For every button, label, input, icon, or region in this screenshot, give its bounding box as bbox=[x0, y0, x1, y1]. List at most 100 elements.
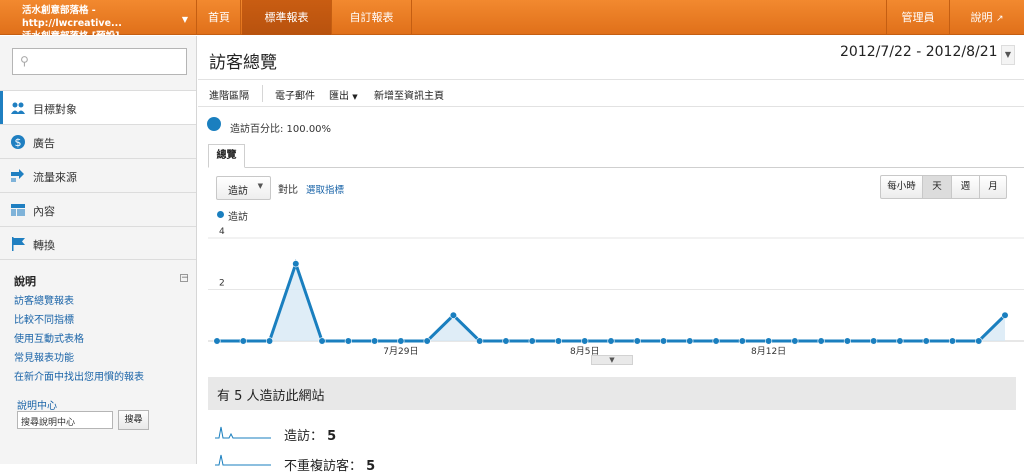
export-label: 匯出 bbox=[329, 91, 349, 102]
data-point bbox=[791, 337, 799, 345]
help-center-search-input[interactable]: 搜尋說明中心 bbox=[17, 411, 113, 429]
flag-icon bbox=[12, 237, 25, 251]
chart-resize-handle[interactable]: ▼ bbox=[591, 355, 633, 365]
arrows-icon bbox=[11, 169, 24, 182]
stat-unique-visitors: 不重複訪客： 5 bbox=[284, 455, 375, 474]
period-hourly-button[interactable]: 每小時 bbox=[881, 176, 923, 198]
data-point bbox=[502, 337, 510, 345]
data-point bbox=[843, 337, 852, 345]
data-point bbox=[213, 337, 221, 345]
tab-home[interactable]: 首頁 bbox=[198, 0, 241, 35]
series-line bbox=[217, 259, 1007, 343]
help-search-button[interactable]: 搜尋 bbox=[118, 410, 149, 430]
sidebar: ⚲ 目標對象 $ 廣告 流量來源 內容 轉換 說明 − 訪客總覽報表 比較不同指… bbox=[0, 36, 197, 464]
advanced-segments-button[interactable]: 進階區隔 bbox=[209, 87, 249, 102]
legend-marker bbox=[217, 211, 224, 218]
date-range-picker[interactable]: 2012/7/22 - 2012/8/21 bbox=[840, 44, 998, 60]
data-point bbox=[738, 337, 746, 345]
search-icon: ⚲ bbox=[20, 54, 29, 68]
visits-percentage: 造訪百分比: 100.00% bbox=[230, 124, 332, 135]
summary-text: 有 5 人造訪此網站 bbox=[217, 389, 325, 404]
collapse-icon[interactable]: − bbox=[180, 274, 189, 283]
data-point bbox=[764, 337, 773, 345]
tab-admin[interactable]: 管理員 bbox=[886, 0, 950, 35]
data-point bbox=[265, 337, 274, 345]
help-link[interactable]: 使用互動式表格 bbox=[14, 330, 84, 345]
data-point bbox=[528, 337, 536, 345]
help-link[interactable]: 比較不同指標 bbox=[14, 311, 74, 326]
sidebar-item-label: 廣告 bbox=[33, 137, 55, 150]
toolbar-divider bbox=[262, 85, 263, 102]
svg-text:$: $ bbox=[15, 136, 22, 149]
external-link-icon: ↗ bbox=[995, 14, 1004, 24]
tab-custom-reports[interactable]: 自訂報表 bbox=[332, 0, 412, 35]
data-point bbox=[239, 337, 247, 345]
data-point bbox=[423, 337, 431, 345]
report-toolbar: 進階區隔 電子郵件 匯出 ▼ 新增至資訊主頁 bbox=[198, 79, 1024, 107]
y-tick-label: 2 bbox=[219, 279, 225, 289]
x-tick-label: 7月29日 bbox=[383, 346, 418, 357]
chevron-down-icon[interactable]: ▼ bbox=[1001, 45, 1015, 65]
tab-divider bbox=[208, 167, 1024, 168]
layout-icon bbox=[11, 204, 25, 216]
data-point bbox=[397, 337, 405, 345]
sidebar-item-advertising[interactable]: $ 廣告 bbox=[0, 124, 196, 158]
account-name: 活水創意部落格 - http://lwcreative... bbox=[22, 5, 122, 29]
stat-value: 5 bbox=[366, 459, 376, 474]
sidebar-item-audience[interactable]: 目標對象 bbox=[0, 90, 196, 124]
email-button[interactable]: 電子郵件 bbox=[275, 87, 315, 102]
top-navigation-bar: 活水創意部落格 - http://lwcreative... 活水創意部落格 [… bbox=[0, 0, 1024, 42]
visits-line-chart[interactable]: 427月29日 8月5日 8月12日 bbox=[208, 220, 1024, 360]
data-point bbox=[870, 337, 878, 345]
pie-icon bbox=[207, 117, 221, 131]
data-point bbox=[607, 337, 615, 345]
selection-indicator bbox=[0, 91, 3, 124]
sidebar-item-label: 流量來源 bbox=[33, 171, 77, 184]
export-button[interactable]: 匯出 ▼ bbox=[329, 87, 358, 102]
sidebar-item-content[interactable]: 內容 bbox=[0, 192, 196, 226]
tab-help[interactable]: 說明 ↗ bbox=[950, 0, 1024, 35]
data-point bbox=[292, 260, 300, 268]
users-icon bbox=[11, 102, 25, 114]
period-week-button[interactable]: 週 bbox=[952, 176, 980, 198]
tab-standard-reports[interactable]: 標準報表 bbox=[242, 0, 332, 35]
data-point bbox=[318, 337, 326, 345]
data-point bbox=[476, 337, 484, 345]
data-point bbox=[922, 337, 930, 345]
data-point bbox=[896, 337, 904, 345]
metric-dropdown[interactable]: 造訪 ▼ bbox=[216, 176, 271, 200]
period-selector: 每小時 天 週 月 bbox=[880, 175, 1007, 199]
page-title: 訪客總覽 bbox=[209, 53, 277, 73]
help-link[interactable]: 在新介面中找出您用慣的報表 bbox=[14, 368, 144, 383]
select-metric-link[interactable]: 選取指標 bbox=[306, 182, 344, 196]
account-selector[interactable]: 活水創意部落格 - http://lwcreative... 活水創意部落格 [… bbox=[0, 0, 197, 42]
y-tick-label: 4 bbox=[219, 227, 225, 237]
help-label: 說明 bbox=[970, 11, 993, 24]
area-fill bbox=[217, 263, 1005, 341]
sidebar-item-label: 目標對象 bbox=[33, 103, 77, 116]
sidebar-item-label: 轉換 bbox=[33, 239, 55, 252]
data-point bbox=[975, 337, 983, 345]
data-point bbox=[554, 337, 563, 345]
help-link[interactable]: 常見報表功能 bbox=[14, 349, 74, 364]
sidebar-item-traffic-sources[interactable]: 流量來源 bbox=[0, 158, 196, 192]
add-to-dashboard-button[interactable]: 新增至資訊主頁 bbox=[374, 87, 444, 102]
dollar-icon: $ bbox=[11, 135, 25, 149]
help-link[interactable]: 訪客總覽報表 bbox=[14, 292, 74, 307]
stat-value: 5 bbox=[327, 429, 337, 444]
data-point bbox=[659, 337, 668, 345]
data-point bbox=[344, 337, 352, 345]
chevron-down-icon: ▼ bbox=[257, 182, 263, 190]
help-center-label[interactable]: 說明中心 bbox=[17, 397, 57, 412]
period-month-button[interactable]: 月 bbox=[980, 176, 1006, 198]
data-point bbox=[371, 337, 379, 345]
stat-label: 造訪： bbox=[284, 429, 324, 444]
data-point bbox=[633, 337, 641, 345]
sidebar-search-input[interactable]: ⚲ bbox=[12, 48, 187, 75]
data-point bbox=[948, 337, 957, 345]
sidebar-item-conversions[interactable]: 轉換 bbox=[0, 226, 196, 260]
period-day-button[interactable]: 天 bbox=[923, 176, 952, 198]
unique-visitors-sparkline bbox=[215, 454, 271, 466]
chevron-down-icon: ▼ bbox=[181, 15, 188, 24]
tab-overview[interactable]: 總覽 bbox=[208, 144, 245, 168]
